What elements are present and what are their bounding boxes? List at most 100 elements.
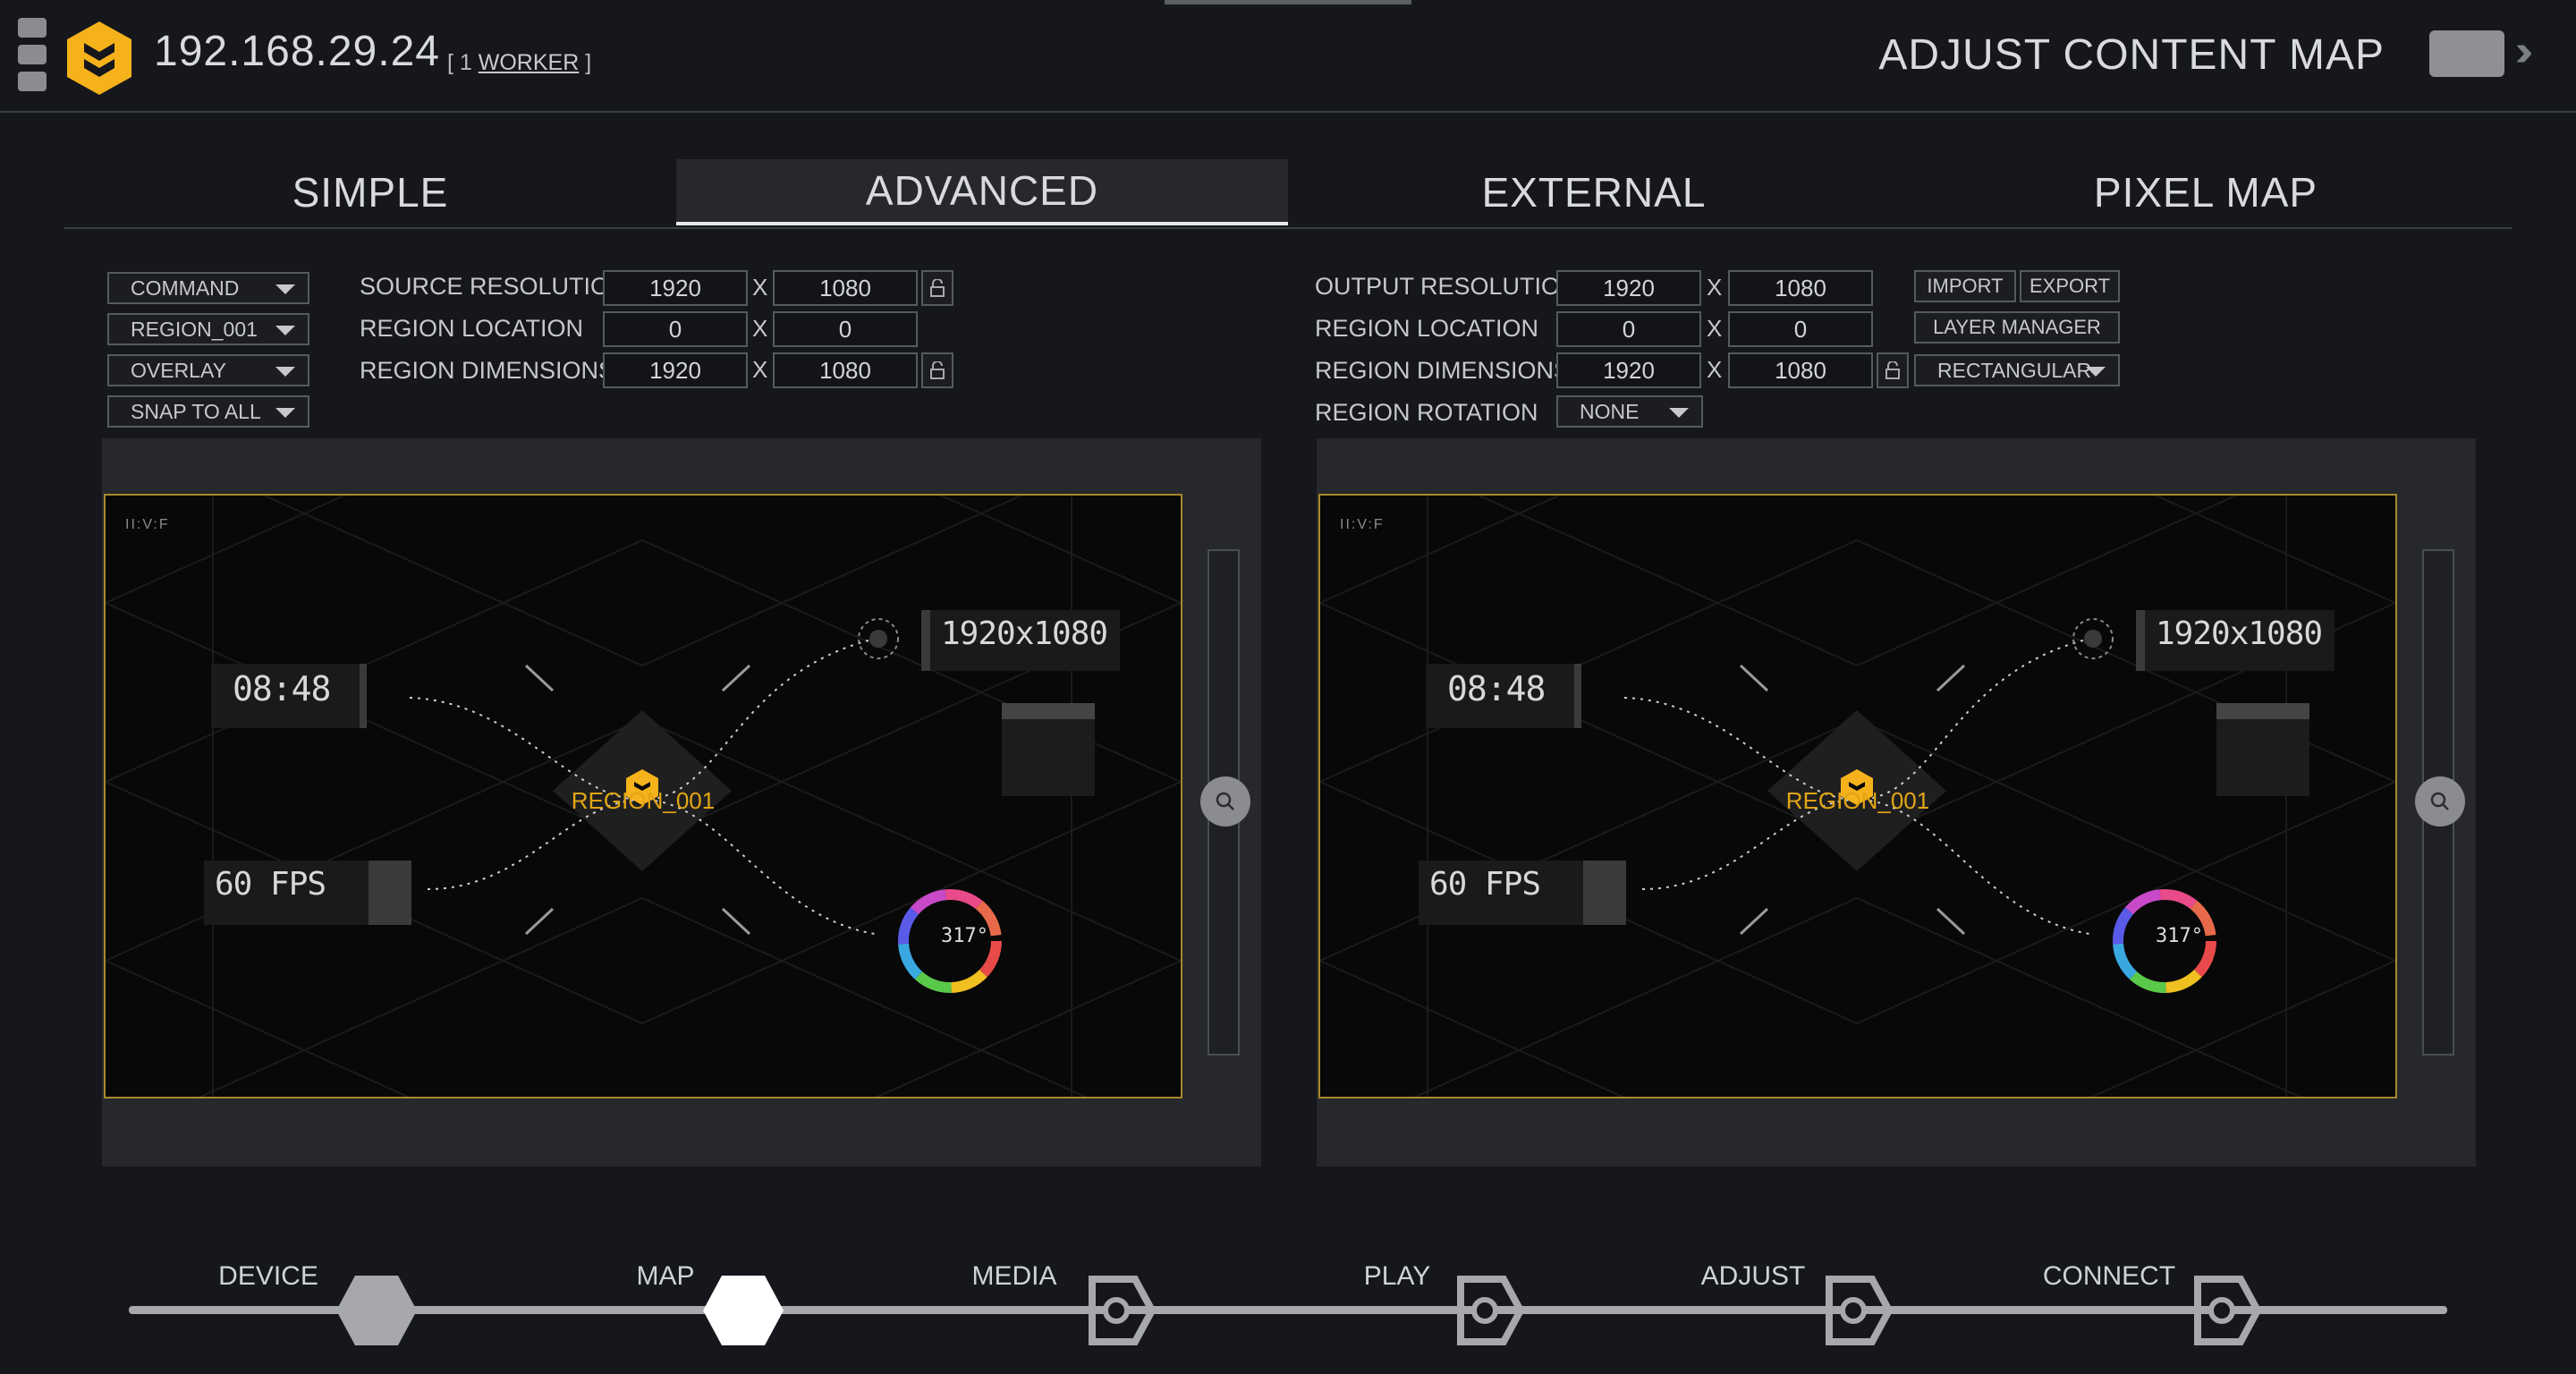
- region-rotation-dropdown[interactable]: NONE: [1556, 395, 1703, 428]
- preview-corner-tag: II:V:F: [125, 517, 170, 532]
- search-icon: [1216, 792, 1234, 810]
- preview-resolution-widget: 1920x1080: [921, 610, 1120, 671]
- step-media-label[interactable]: MEDIA: [971, 1261, 1056, 1292]
- layer-manager-button[interactable]: LAYER MANAGER: [1914, 311, 2120, 344]
- preview-time: 08:48: [1447, 669, 1546, 708]
- rotation-readout: 317°: [941, 925, 988, 947]
- import-button[interactable]: IMPORT: [1914, 270, 2016, 302]
- chevron-down-icon: [275, 367, 295, 377]
- output-resolution-label: OUTPUT RESOLUTION: [1315, 273, 1578, 300]
- worker-bracket-close: ]: [579, 50, 592, 75]
- command-dropdown[interactable]: COMMAND: [107, 272, 309, 304]
- preview-info-panel: [1002, 703, 1095, 796]
- dimension-separator: X: [752, 274, 768, 301]
- snap-dropdown-value: SNAP TO ALL: [131, 399, 261, 423]
- preview-corner-tag: II:V:F: [1340, 517, 1385, 532]
- tab-pixel-map[interactable]: PIXEL MAP: [1900, 159, 2512, 225]
- chevron-down-icon: [2086, 367, 2106, 377]
- source-resolution-label: SOURCE RESOLUTION: [360, 273, 627, 300]
- region-location-label: REGION LOCATION: [360, 315, 584, 342]
- lock-icon: [930, 361, 945, 379]
- tab-simple[interactable]: SIMPLE: [64, 159, 676, 225]
- header-toggle-button[interactable]: [2429, 30, 2504, 77]
- worker-bracket-open: [ 1: [447, 50, 479, 75]
- output-region-canvas[interactable]: II:V:F 08:48 1920x1080 60 FPS REGION_001…: [1318, 494, 2397, 1098]
- output-region-y-input[interactable]: 0: [1728, 311, 1873, 347]
- output-height-input[interactable]: 1080: [1728, 270, 1873, 306]
- step-play-node-icon[interactable]: [1440, 1274, 1525, 1352]
- region-x-input[interactable]: 0: [603, 311, 748, 347]
- step-map-label[interactable]: MAP: [636, 1261, 694, 1292]
- tab-external[interactable]: EXTERNAL: [1288, 159, 1900, 225]
- preview-info-panel: [2216, 703, 2309, 796]
- preview-time-widget: 08:48: [1426, 664, 1581, 728]
- preview-time: 08:48: [233, 669, 331, 708]
- source-preview-panel: II:V:F 08:48 1920x1080 60 FPS REGION_001…: [102, 438, 1261, 1166]
- preview-resolution: 1920x1080: [941, 615, 1108, 652]
- screen-title: ADJUST CONTENT MAP: [1878, 31, 2385, 79]
- rotation-readout: 317°: [2156, 925, 2203, 947]
- region-height-input[interactable]: 1080: [773, 352, 918, 388]
- output-region-dimensions-label: REGION DIMENSIONS: [1315, 357, 1571, 384]
- workflow-progress-line: [129, 1306, 2447, 1314]
- region-select-dropdown[interactable]: REGION_001: [107, 313, 309, 345]
- step-adjust-label[interactable]: ADJUST: [1701, 1261, 1806, 1292]
- overlay-dropdown-value: OVERLAY: [131, 358, 226, 382]
- preview-fps-widget: 60 FPS: [1419, 861, 1626, 925]
- overlay-dropdown[interactable]: OVERLAY: [107, 354, 309, 386]
- zoom-slider-handle[interactable]: [1200, 776, 1250, 827]
- region-label: REGION_001: [1785, 787, 1930, 814]
- worker-link[interactable]: WORKER: [479, 50, 580, 75]
- region-dimensions-label: REGION DIMENSIONS: [360, 357, 615, 384]
- mode-tabs: SIMPLE ADVANCED EXTERNAL PIXEL MAP: [64, 159, 2512, 229]
- dimension-separator: X: [1707, 356, 1723, 383]
- lock-icon: [1885, 361, 1900, 379]
- step-play-label[interactable]: PLAY: [1364, 1261, 1431, 1292]
- chevron-down-icon: [275, 408, 295, 418]
- menu-icon[interactable]: [0, 0, 63, 111]
- region-width-input[interactable]: 1920: [603, 352, 748, 388]
- dimension-separator: X: [1707, 274, 1723, 301]
- region-y-input[interactable]: 0: [773, 311, 918, 347]
- output-region-x-input[interactable]: 0: [1556, 311, 1701, 347]
- region-shape-dropdown[interactable]: RECTANGULAR: [1914, 354, 2120, 386]
- export-button[interactable]: EXPORT: [2020, 270, 2120, 302]
- output-region-width-input[interactable]: 1920: [1556, 352, 1701, 388]
- worker-count: [ 1 WORKER ]: [447, 50, 591, 76]
- output-preview-panel: II:V:F 08:48 1920x1080 60 FPS REGION_001…: [1317, 438, 2476, 1166]
- zoom-slider-handle[interactable]: [2415, 776, 2465, 827]
- source-width-input[interactable]: 1920: [603, 270, 748, 306]
- output-region-height-input[interactable]: 1080: [1728, 352, 1873, 388]
- forward-chevrons-icon[interactable]: ›››: [2515, 27, 2533, 76]
- command-dropdown-value: COMMAND: [131, 276, 240, 300]
- dimension-separator: X: [1707, 315, 1723, 342]
- region-dimensions-lock-button[interactable]: [921, 352, 953, 388]
- step-media-node-icon[interactable]: [1072, 1274, 1157, 1352]
- step-map-node-icon[interactable]: [701, 1274, 785, 1352]
- search-icon: [2430, 792, 2449, 810]
- tab-advanced[interactable]: ADVANCED: [676, 159, 1288, 225]
- region-shape-value: RECTANGULAR: [1937, 358, 2092, 382]
- source-height-input[interactable]: 1080: [773, 270, 918, 306]
- output-width-input[interactable]: 1920: [1556, 270, 1701, 306]
- region-rotation-label: REGION ROTATION: [1315, 399, 1538, 426]
- output-dimensions-lock-button[interactable]: [1877, 352, 1909, 388]
- step-connect-label[interactable]: CONNECT: [2043, 1261, 2175, 1292]
- step-device-node-icon[interactable]: [335, 1274, 419, 1352]
- preview-resolution: 1920x1080: [2156, 615, 2323, 652]
- step-adjust-node-icon[interactable]: [1809, 1274, 1894, 1352]
- source-lock-button[interactable]: [921, 270, 953, 306]
- device-ip-address: 192.168.29.24: [154, 28, 440, 75]
- source-region-canvas[interactable]: II:V:F 08:48 1920x1080 60 FPS REGION_001…: [104, 494, 1182, 1098]
- step-device-label[interactable]: DEVICE: [218, 1261, 318, 1292]
- snap-dropdown[interactable]: SNAP TO ALL: [107, 395, 309, 428]
- preview-fps-widget: 60 FPS: [204, 861, 411, 925]
- dimension-separator: X: [752, 356, 768, 383]
- output-region-location-label: REGION LOCATION: [1315, 315, 1539, 342]
- step-connect-node-icon[interactable]: [2177, 1274, 2262, 1352]
- chevron-down-icon: [275, 284, 295, 294]
- chevron-down-icon: [275, 326, 295, 335]
- region-rotation-value: NONE: [1580, 399, 1640, 423]
- preview-resolution-widget: 1920x1080: [2136, 610, 2334, 671]
- brand-logo-icon: [64, 20, 134, 97]
